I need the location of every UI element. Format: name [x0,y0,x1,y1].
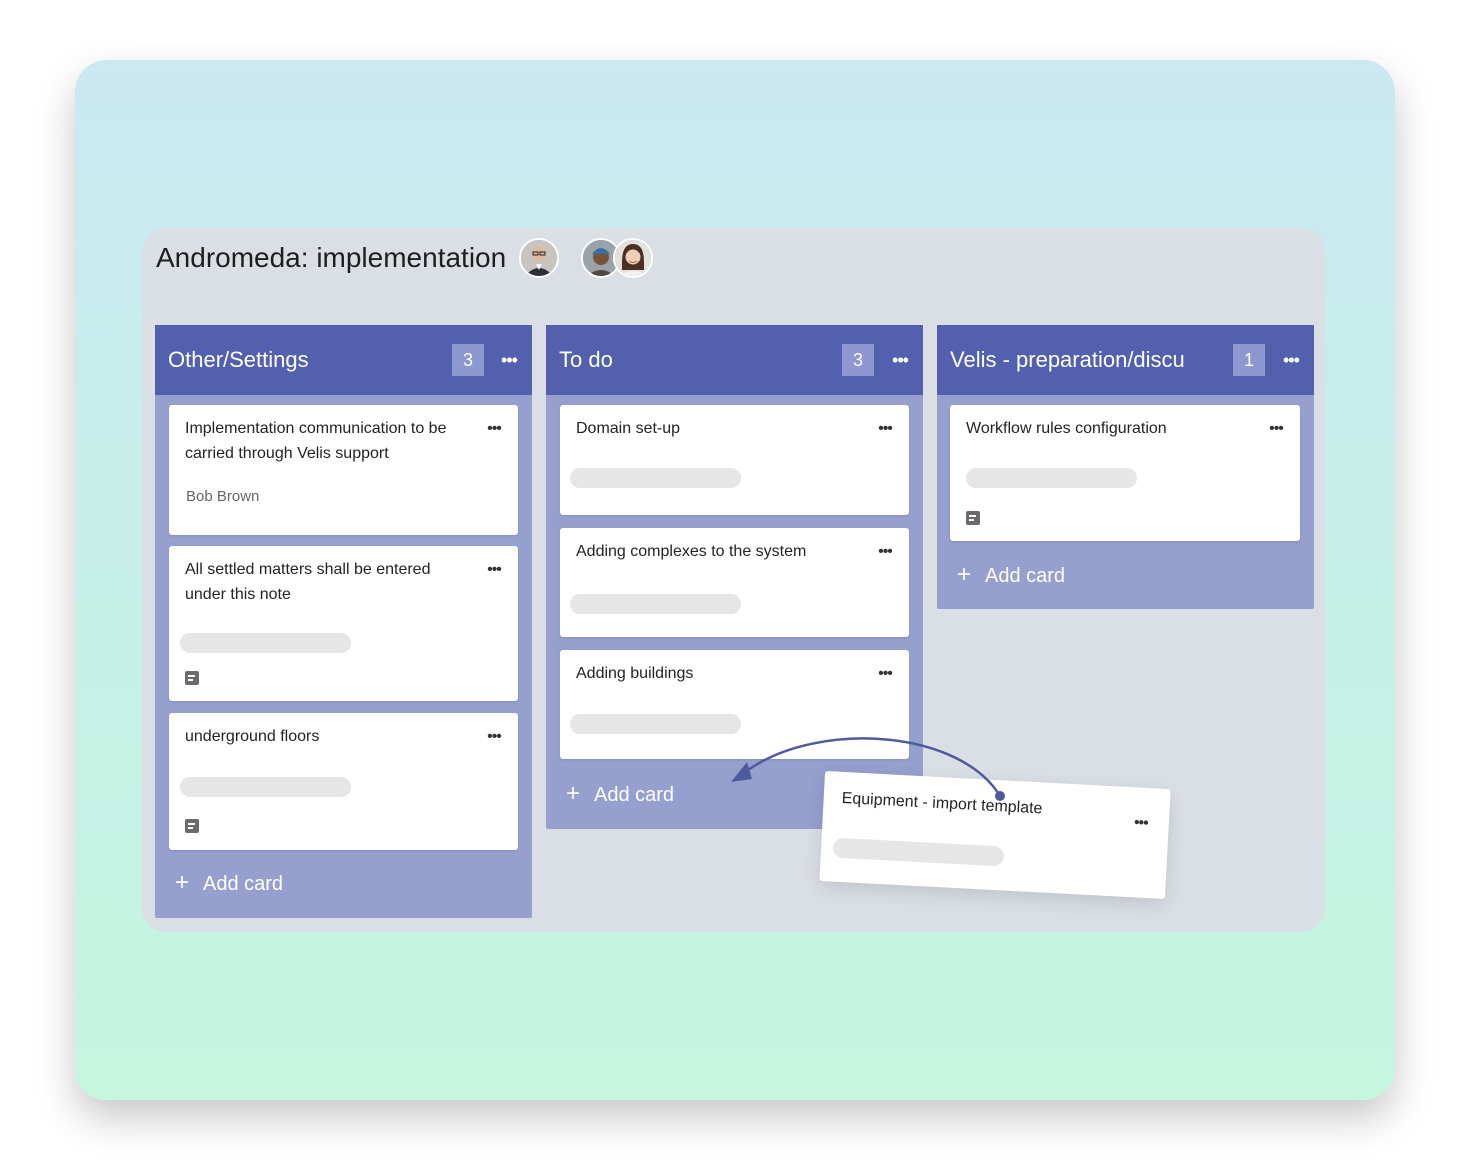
drag-arrow-icon [731,737,1005,801]
